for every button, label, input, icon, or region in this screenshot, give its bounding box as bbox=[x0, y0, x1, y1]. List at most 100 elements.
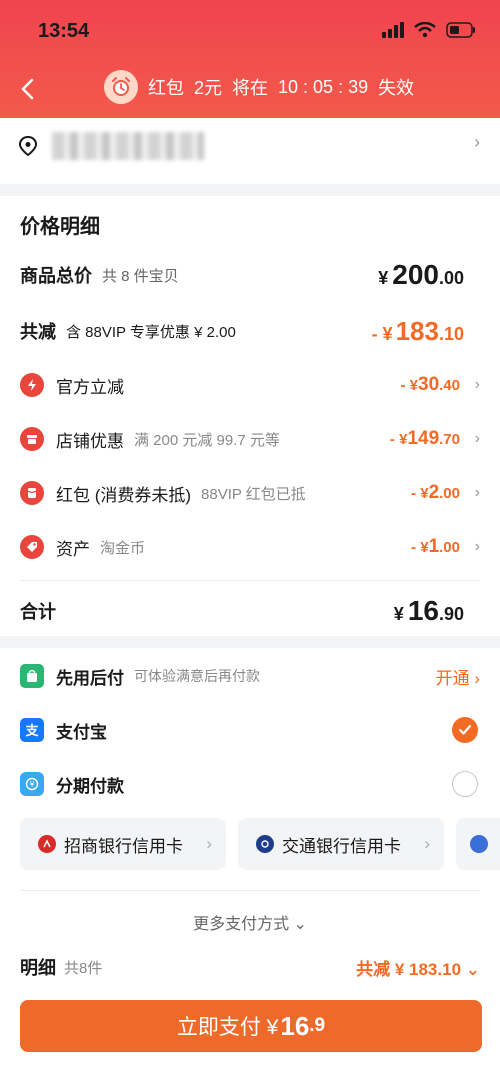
discount-name: 店铺优惠 bbox=[56, 431, 124, 451]
svg-text:¥: ¥ bbox=[29, 780, 34, 789]
detail-total-discount: 共减 ¥ 183.10 ⌄ bbox=[356, 959, 480, 979]
header: 13:54 红包 2元 将在 10: 05: 39 失效 bbox=[0, 0, 500, 118]
section-title: 价格明细 bbox=[20, 216, 100, 238]
checkmark-icon[interactable] bbox=[452, 717, 478, 743]
discount-int: 2 bbox=[428, 482, 440, 503]
total-price-dec: .00 bbox=[438, 268, 464, 288]
red-packet-icon bbox=[20, 481, 44, 505]
reduce-value: - ¥ 183 .10 bbox=[372, 316, 464, 347]
tag-icon bbox=[20, 535, 44, 559]
bag-icon bbox=[20, 664, 44, 688]
reduce-dec: .10 bbox=[438, 323, 464, 344]
installment-name: 分期付款 bbox=[56, 776, 124, 796]
discount-dec: .00 bbox=[439, 485, 460, 502]
price-detail-card: 价格明细 商品总价 共 8 件宝贝 ¥ 200 .00 共减 含 88VIP 专… bbox=[0, 196, 500, 636]
nav-bar: 红包 2元 将在 10 : 05 : 39 失效 bbox=[0, 68, 500, 112]
discount-prefix: - ¥ bbox=[400, 377, 418, 394]
divider bbox=[20, 890, 480, 891]
back-button[interactable] bbox=[12, 74, 42, 104]
total-price-label: 商品总价 bbox=[20, 266, 92, 286]
signal-icon bbox=[382, 22, 404, 38]
chevron-right-icon: › bbox=[474, 376, 480, 393]
bank-chip-cmb[interactable]: 招商银行信用卡 › bbox=[20, 818, 226, 870]
pay-later-row[interactable]: 先用后付 可体验满意后再付款 开通 › bbox=[20, 660, 480, 692]
battery-icon bbox=[446, 22, 475, 38]
sum-value: ¥ 16 .90 bbox=[394, 595, 464, 627]
reduce-prefix: - ¥ bbox=[371, 323, 393, 344]
alipay-row[interactable]: 支 支付宝 bbox=[20, 714, 480, 746]
discount-prefix: - ¥ bbox=[411, 539, 429, 556]
discount-dec: .70 bbox=[439, 431, 460, 448]
detail-label: 明细 bbox=[20, 958, 56, 978]
countdown-amount: 2元 bbox=[194, 78, 223, 98]
bocom-logo-icon bbox=[256, 835, 274, 853]
discount-row-shop[interactable]: 店铺优惠 满 200 元减 99.7 元等 - ¥149.70 › bbox=[20, 424, 480, 454]
pay-later-note: 可体验满意后再付款 bbox=[134, 668, 260, 684]
installment-row[interactable]: ¥ 分期付款 bbox=[20, 768, 480, 800]
detail-count: 共8件 bbox=[64, 959, 103, 977]
status-time: 13:54 bbox=[38, 20, 90, 42]
chevron-right-icon: › bbox=[474, 430, 480, 447]
bank-chip-bocom[interactable]: 交通银行信用卡 › bbox=[238, 818, 444, 870]
discount-row-official[interactable]: 官方立减 - ¥30.40 › bbox=[20, 370, 480, 400]
discount-note: 淘金币 bbox=[100, 539, 146, 557]
countdown-label: 红包 bbox=[148, 78, 184, 98]
total-price-count: 共 8 件宝贝 bbox=[102, 267, 179, 285]
alipay-icon: 支 bbox=[20, 718, 44, 742]
radio-button[interactable] bbox=[452, 771, 478, 797]
sum-int: 16 bbox=[407, 595, 439, 626]
currency-symbol: ¥ bbox=[393, 604, 404, 624]
pay-button-int: 16 bbox=[280, 1010, 310, 1041]
lightning-icon bbox=[20, 373, 44, 397]
total-price-value: ¥ 200 .00 bbox=[378, 259, 464, 291]
countdown-suffix: 失效 bbox=[378, 78, 415, 98]
alarm-clock-icon bbox=[104, 70, 138, 104]
discount-name: 资产 bbox=[56, 539, 90, 559]
pay-later-open-link[interactable]: 开通 › bbox=[436, 664, 480, 689]
sum-label: 合计 bbox=[20, 602, 56, 622]
more-payment-methods[interactable]: 更多支付方式 ⌄ bbox=[0, 910, 500, 934]
currency-symbol: ¥ bbox=[378, 268, 389, 288]
shop-icon bbox=[20, 427, 44, 451]
svg-text:支: 支 bbox=[24, 723, 39, 738]
bank-name: 交通银行信用卡 bbox=[282, 836, 401, 856]
status-icons bbox=[382, 22, 476, 38]
discount-prefix: - ¥ bbox=[389, 431, 408, 448]
countdown-time: 10 : 05 : 39 bbox=[278, 76, 369, 97]
red-packet-countdown: 红包 2元 将在 10 : 05 : 39 失效 bbox=[104, 70, 414, 104]
chevron-right-icon: › bbox=[474, 538, 480, 555]
installment-icon: ¥ bbox=[20, 772, 44, 796]
cmb-logo-icon bbox=[38, 835, 56, 853]
discount-dec: .40 bbox=[439, 377, 460, 394]
reduce-note: 含 88VIP 专享优惠 ¥ 2.00 bbox=[66, 323, 236, 341]
address-blurred bbox=[52, 132, 204, 160]
reduce-int: 183 bbox=[395, 315, 439, 346]
sum-row: 合计 ¥ 16 .90 bbox=[20, 595, 480, 627]
divider bbox=[20, 580, 480, 581]
discount-int: 30 bbox=[418, 374, 440, 395]
location-pin-icon bbox=[18, 135, 38, 157]
sum-dec: .90 bbox=[438, 604, 464, 624]
discount-amount: - ¥30.40 bbox=[400, 374, 460, 396]
discount-amount: - ¥2.00 bbox=[411, 482, 460, 504]
discount-name: 官方立减 bbox=[56, 377, 124, 397]
chevron-left-icon bbox=[21, 78, 34, 100]
detail-row[interactable]: 明细 共8件 共减 ¥ 183.10 ⌄ bbox=[20, 952, 480, 982]
chevron-right-icon: › bbox=[206, 834, 212, 853]
discount-name: 红包 (消费券未抵) bbox=[56, 485, 192, 505]
chevron-right-icon: › bbox=[424, 834, 430, 853]
bank-chip-more[interactable] bbox=[456, 818, 500, 870]
total-reduce-row: 共减 含 88VIP 专享优惠 ¥ 2.00 - ¥ 183 .10 bbox=[20, 316, 480, 346]
discount-row-red-packet[interactable]: 红包 (消费券未抵) 88VIP 红包已抵 - ¥2.00 › bbox=[20, 478, 480, 508]
address-bar[interactable]: › bbox=[0, 118, 500, 184]
total-price-row: 商品总价 共 8 件宝贝 ¥ 200 .00 bbox=[20, 259, 480, 291]
total-price-int: 200 bbox=[392, 259, 439, 290]
discount-note: 满 200 元减 99.7 元等 bbox=[134, 431, 280, 449]
chevron-right-icon: › bbox=[474, 132, 480, 152]
discount-row-assets[interactable]: 资产 淘金币 - ¥1.00 › bbox=[20, 532, 480, 562]
discount-int: 1 bbox=[428, 536, 440, 557]
discount-amount: - ¥1.00 bbox=[411, 536, 460, 558]
discount-prefix: - ¥ bbox=[411, 485, 429, 502]
pay-now-button[interactable]: 立即支付 ¥ 16 .9 bbox=[20, 1000, 482, 1052]
discount-dec: .00 bbox=[439, 539, 460, 556]
